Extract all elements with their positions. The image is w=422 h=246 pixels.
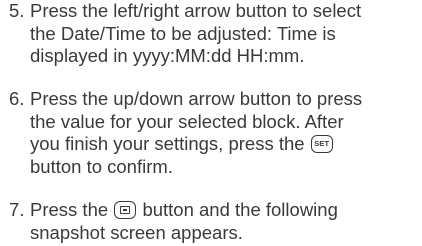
step-line-with-key: Press the button and the following <box>30 199 422 222</box>
step-text: Press the left/right arrow button to sel… <box>30 0 422 68</box>
step-line-text: you finish your settings, press the <box>30 133 305 154</box>
step-text: Press the button and the following snaps… <box>30 199 422 244</box>
set-key-label: SET <box>314 139 330 148</box>
set-button-icon: SET <box>310 135 333 153</box>
step-line: button to confirm. <box>30 155 173 177</box>
step-line: Press the up/down arrow button to press <box>30 88 363 109</box>
step-number: 6. <box>9 88 25 109</box>
step-line-text: button and the following <box>142 199 338 220</box>
step-line: the Date/Time to be adjusted: Time is <box>30 22 336 44</box>
step-line: Press the left/right arrow button to sel… <box>30 0 362 21</box>
snapshot-button-icon <box>114 201 137 219</box>
snapshot-glyph <box>120 206 131 214</box>
step-line: snapshot screen appears. <box>30 221 243 243</box>
step-line-with-key: you finish your settings, press the SET <box>30 133 422 156</box>
step-line: the value for your selected block. After <box>30 110 344 132</box>
step-line: displayed in yyyy:MM:dd HH:mm. <box>30 45 305 66</box>
step-text: Press the up/down arrow button to press … <box>30 88 422 178</box>
step-number: 5. <box>9 0 25 21</box>
step-line-text: Press the <box>30 199 109 220</box>
step-number: 7. <box>9 199 25 220</box>
